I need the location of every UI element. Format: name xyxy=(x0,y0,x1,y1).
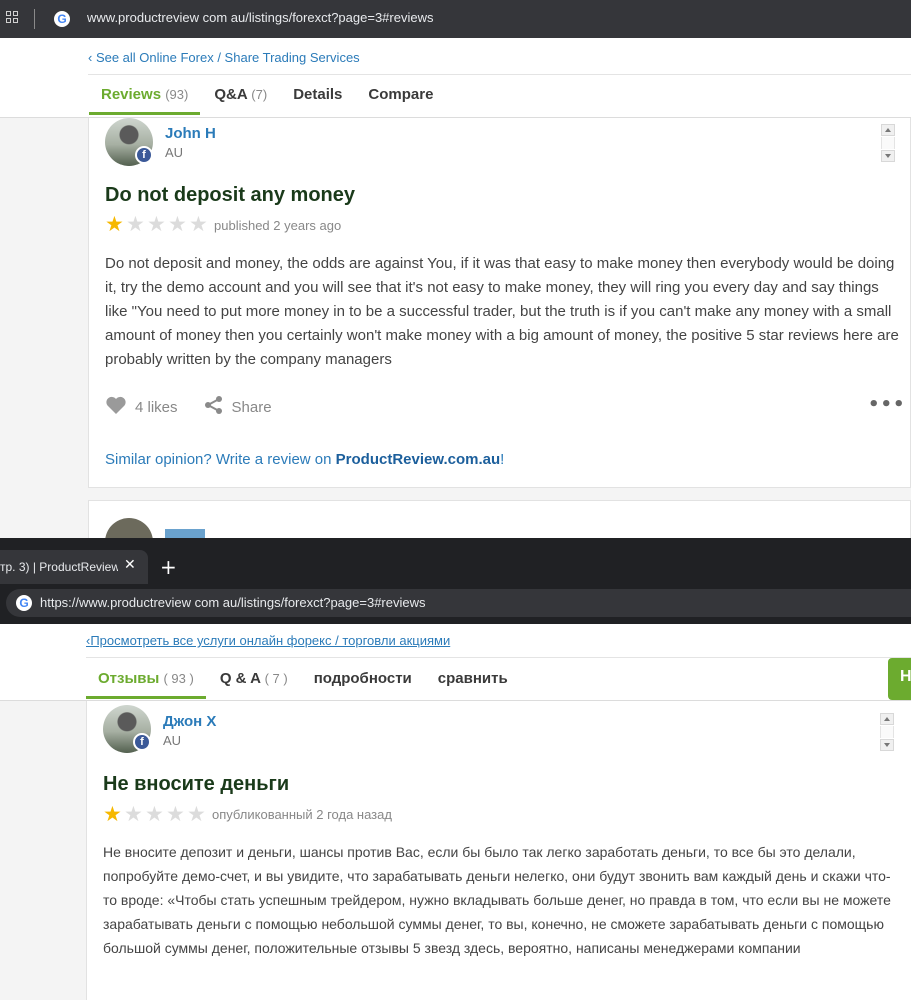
divider xyxy=(86,657,911,658)
close-icon[interactable]: ✕ xyxy=(124,557,136,573)
review-body: Не вносите депозит и деньги, шансы проти… xyxy=(103,844,891,956)
review-title[interactable]: Не вносите деньги xyxy=(103,773,289,796)
scroll-down-icon[interactable] xyxy=(881,150,895,162)
mini-scroller[interactable] xyxy=(881,124,895,162)
star-rating: ★ ★ ★ ★ ★ xyxy=(105,212,210,236)
star-empty-icon: ★ xyxy=(189,212,208,236)
listing-tabs: Отзывы ( 93 ) Q & A ( 7 ) подробности ср… xyxy=(86,670,534,699)
star-filled-icon: ★ xyxy=(105,212,124,236)
tab-reviews[interactable]: Отзывы ( 93 ) xyxy=(86,670,206,699)
google-favicon-icon xyxy=(54,11,70,27)
reviewer-location: AU xyxy=(163,733,182,748)
review-body: Do not deposit and money, the odds are a… xyxy=(105,255,899,368)
tab-details[interactable]: подробности xyxy=(314,670,412,687)
toolbar-divider xyxy=(34,9,35,29)
star-empty-icon: ★ xyxy=(166,802,185,826)
tab-title: тр. 3) | ProductReview.c xyxy=(0,560,118,574)
review-card: f John H AU Do not deposit any money ★ ★… xyxy=(88,118,911,488)
scroll-track xyxy=(880,726,894,738)
star-rating: ★ ★ ★ ★ ★ xyxy=(103,802,208,826)
browser-tab[interactable]: тр. 3) | ProductReview.c ✕ xyxy=(0,550,148,584)
tab-compare[interactable]: Compare xyxy=(368,86,433,103)
star-empty-icon: ★ xyxy=(126,212,145,236)
reviewer-name[interactable]: John H xyxy=(165,125,216,142)
see-all-services-link[interactable]: ‹Просмотреть все услуги онлайн форекс / … xyxy=(86,633,450,648)
reviewer-location: AU xyxy=(165,145,184,160)
listing-header: ‹Просмотреть все услуги онлайн форекс / … xyxy=(0,624,911,701)
published-date: published 2 years ago xyxy=(214,218,342,233)
star-filled-icon: ★ xyxy=(103,802,122,826)
scroll-up-icon[interactable] xyxy=(880,713,894,725)
facebook-icon: f xyxy=(133,733,151,751)
heart-icon[interactable] xyxy=(105,395,127,419)
tab-qa[interactable]: Q&A (7) xyxy=(214,86,267,103)
next-review-card xyxy=(88,500,911,566)
star-empty-icon: ★ xyxy=(168,212,187,236)
scroll-track xyxy=(881,137,895,149)
site-link[interactable]: ProductReview.com.au xyxy=(336,451,501,468)
address-bar[interactable]: https://www.productreview com au/listing… xyxy=(6,589,911,617)
scroll-down-icon[interactable] xyxy=(880,739,894,751)
listing-header: ‹ See all Online Forex / Share Trading S… xyxy=(0,38,911,118)
star-empty-icon: ★ xyxy=(124,802,143,826)
write-review-button[interactable]: Н xyxy=(888,658,911,700)
tab-compare[interactable]: сравнить xyxy=(438,670,508,687)
published-date: опубликованный 2 года назад xyxy=(212,807,392,822)
review-title[interactable]: Do not deposit any money xyxy=(105,184,355,207)
browser-toolbar: www.productreview com au/listings/forexc… xyxy=(0,0,911,38)
address-bar-url[interactable]: https://www.productreview com au/listing… xyxy=(40,595,426,610)
review-actions: 4 likes Share xyxy=(105,395,272,419)
tab-details[interactable]: Details xyxy=(293,86,342,103)
apps-grid-icon[interactable] xyxy=(6,11,19,24)
star-empty-icon: ★ xyxy=(145,802,164,826)
divider xyxy=(88,74,911,75)
google-favicon-icon xyxy=(16,595,32,611)
more-options-icon[interactable]: ••• xyxy=(868,394,906,415)
address-bar-url[interactable]: www.productreview com au/listings/forexc… xyxy=(87,10,433,25)
star-empty-icon: ★ xyxy=(147,212,166,236)
review-card: f Джон Х AU Не вносите деньги ★ ★ ★ ★ ★ … xyxy=(86,701,911,1000)
tab-qa[interactable]: Q & A ( 7 ) xyxy=(220,670,288,687)
listing-tabs: Reviews (93) Q&A (7) Details Compare xyxy=(88,86,459,115)
scroll-up-icon[interactable] xyxy=(881,124,895,136)
tab-reviews[interactable]: Reviews (93) xyxy=(88,86,201,115)
see-all-services-link[interactable]: ‹ See all Online Forex / Share Trading S… xyxy=(88,50,360,65)
share-button[interactable]: Share xyxy=(232,399,272,416)
likes-count[interactable]: 4 likes xyxy=(135,399,178,416)
mini-scroller[interactable] xyxy=(880,713,894,751)
new-tab-icon[interactable]: + xyxy=(160,555,177,579)
write-review-prompt[interactable]: Similar opinion? Write a review on Produ… xyxy=(105,451,504,468)
facebook-icon: f xyxy=(135,146,153,164)
share-icon[interactable] xyxy=(204,395,224,419)
star-empty-icon: ★ xyxy=(187,802,206,826)
reviewer-name[interactable]: Джон Х xyxy=(163,713,216,730)
